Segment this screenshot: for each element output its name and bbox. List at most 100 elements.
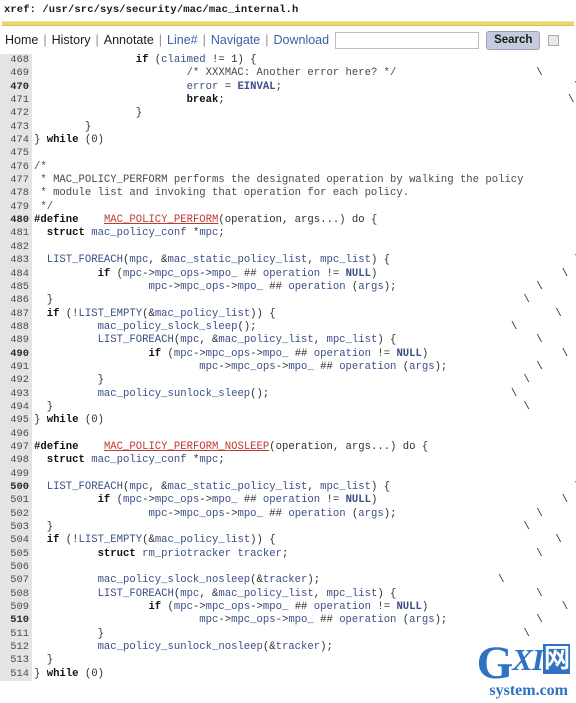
menu-link-download[interactable]: Download <box>272 33 330 47</box>
code-identifier[interactable]: args <box>358 508 383 520</box>
code-identifier[interactable]: operation <box>339 361 396 373</box>
code-identifier[interactable]: mac_policy_sunlock_nosleep <box>98 641 263 653</box>
code-identifier[interactable]: mpo_ <box>212 268 237 280</box>
code-identifier[interactable]: mpc <box>174 601 193 613</box>
code-identifier[interactable]: mac_static_policy_list <box>168 254 308 266</box>
code-identifier[interactable]: mpc_list <box>320 481 371 493</box>
code-identifier[interactable]: mpo_ <box>288 361 313 373</box>
code-identifier[interactable]: mpo_ <box>237 281 262 293</box>
code-identifier[interactable]: mpc <box>199 361 218 373</box>
line-number[interactable]: 483 <box>0 254 32 268</box>
line-number[interactable]: 480 <box>0 214 32 228</box>
line-number[interactable]: 500 <box>0 481 32 495</box>
code-identifier[interactable]: rm_priotracker <box>142 548 231 560</box>
code-identifier[interactable]: LIST_EMPTY <box>79 308 143 320</box>
line-number[interactable]: 472 <box>0 107 32 121</box>
code-identifier[interactable]: mpo_ <box>237 508 262 520</box>
code-identifier[interactable]: mac_policy_list <box>218 334 313 346</box>
code-identifier[interactable]: tracker <box>237 548 282 560</box>
line-number[interactable]: 505 <box>0 547 32 562</box>
code-identifier[interactable]: operation <box>263 268 320 280</box>
line-number[interactable]: 511 <box>0 627 32 642</box>
code-identifier[interactable]: args <box>358 281 383 293</box>
code-identifier[interactable]: mpc_ops <box>206 348 251 360</box>
line-number[interactable]: 513 <box>0 654 32 668</box>
code-identifier[interactable]: mac_policy_sunlock_sleep <box>98 388 251 400</box>
code-identifier[interactable]: mpo_ <box>263 601 288 613</box>
line-number[interactable]: 478 <box>0 187 32 201</box>
menu-link-home[interactable]: Home <box>4 33 39 47</box>
line-number[interactable]: 481 <box>0 227 32 241</box>
code-identifier[interactable]: LIST_FOREACH <box>47 481 123 493</box>
code-identifier[interactable]: mpc <box>199 454 218 466</box>
code-identifier[interactable]: mac_policy_list <box>218 588 313 600</box>
code-identifier[interactable]: args <box>409 614 434 626</box>
code-identifier[interactable]: mpc_ops <box>180 281 225 293</box>
code-identifier[interactable]: mpc_list <box>320 254 371 266</box>
code-identifier[interactable]: operation <box>314 348 371 360</box>
line-number[interactable]: 468 <box>0 54 32 68</box>
menu-link-history[interactable]: History <box>51 33 92 47</box>
code-identifier[interactable]: mpo_ <box>263 348 288 360</box>
code-identifier[interactable]: mpc <box>174 348 193 360</box>
code-identifier[interactable]: mpc_ops <box>155 268 200 280</box>
code-identifier[interactable]: operation <box>288 508 345 520</box>
line-number[interactable]: 469 <box>0 67 32 81</box>
line-number[interactable]: 509 <box>0 601 32 615</box>
code-identifier[interactable]: mpc_list <box>326 334 377 346</box>
line-number[interactable]: 504 <box>0 534 32 548</box>
code-identifier[interactable]: mpc <box>129 254 148 266</box>
code-identifier[interactable]: mpc_ops <box>231 614 276 626</box>
code-identifier[interactable]: mpc_ops <box>180 508 225 520</box>
menu-link-navigate[interactable]: Navigate <box>210 33 261 47</box>
code-identifier[interactable]: mpo_ <box>212 494 237 506</box>
line-number[interactable]: 471 <box>0 94 32 108</box>
line-number[interactable]: 492 <box>0 374 32 388</box>
line-number[interactable]: 493 <box>0 387 32 401</box>
code-identifier[interactable]: operation <box>288 281 345 293</box>
line-number[interactable]: 488 <box>0 320 32 335</box>
line-number[interactable]: 475 <box>0 147 32 161</box>
line-number[interactable]: 476 <box>0 160 32 175</box>
menu-link-line[interactable]: Line# <box>166 33 199 47</box>
line-number[interactable]: 484 <box>0 267 32 281</box>
code-identifier[interactable]: tracker <box>263 574 308 586</box>
line-number[interactable]: 495 <box>0 414 32 428</box>
line-number[interactable]: 501 <box>0 494 32 508</box>
code-macro-definition[interactable]: MAC_POLICY_PERFORM_NOSLEEP <box>104 441 269 453</box>
code-identifier[interactable]: mpc <box>123 268 142 280</box>
code-identifier[interactable]: mpo_ <box>288 614 313 626</box>
code-identifier[interactable]: mpc <box>123 494 142 506</box>
code-identifier[interactable]: mpc <box>199 614 218 626</box>
code-identifier[interactable]: NULL <box>346 268 371 280</box>
code-identifier[interactable]: mpc_ops <box>231 361 276 373</box>
code-identifier[interactable]: mpc_ops <box>155 494 200 506</box>
code-identifier[interactable]: mpc_ops <box>206 601 251 613</box>
code-identifier[interactable]: mpc <box>180 588 199 600</box>
search-input[interactable] <box>335 31 480 49</box>
code-identifier[interactable]: mpc <box>148 281 167 293</box>
code-identifier[interactable]: EINVAL <box>237 81 275 93</box>
line-number[interactable]: 482 <box>0 240 32 255</box>
code-identifier[interactable]: mpc <box>180 334 199 346</box>
line-number[interactable]: 477 <box>0 174 32 188</box>
code-identifier[interactable]: mac_static_policy_list <box>168 481 308 493</box>
line-number[interactable]: 502 <box>0 507 32 522</box>
line-number[interactable]: 496 <box>0 427 32 441</box>
line-number[interactable]: 497 <box>0 440 32 455</box>
code-identifier[interactable]: LIST_FOREACH <box>47 254 123 266</box>
code-identifier[interactable]: mac_policy_conf <box>91 454 186 466</box>
code-identifier[interactable]: mpc_list <box>326 588 377 600</box>
line-number[interactable]: 473 <box>0 120 32 135</box>
line-number[interactable]: 490 <box>0 347 32 361</box>
code-identifier[interactable]: tracker <box>276 641 321 653</box>
line-number[interactable]: 514 <box>0 667 32 682</box>
line-number[interactable]: 491 <box>0 360 32 375</box>
code-identifier[interactable]: operation <box>263 494 320 506</box>
line-number[interactable]: 494 <box>0 400 32 415</box>
code-identifier[interactable]: mac_policy_list <box>155 308 250 320</box>
code-identifier[interactable]: LIST_EMPTY <box>79 534 143 546</box>
menu-link-annotate[interactable]: Annotate <box>103 33 155 47</box>
code-identifier[interactable]: args <box>409 361 434 373</box>
code-identifier[interactable]: mac_policy_slock_sleep <box>98 321 238 333</box>
